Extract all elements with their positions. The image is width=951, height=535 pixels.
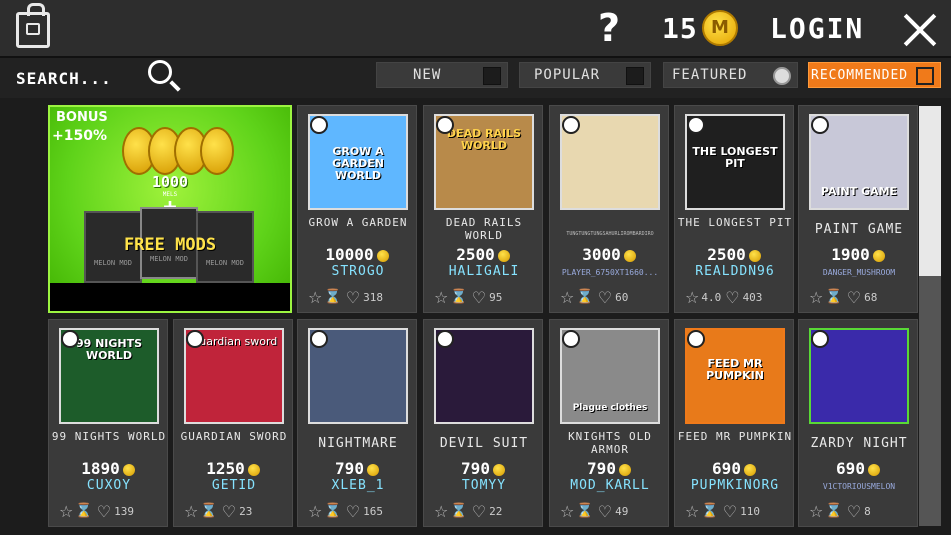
- scrollbar-track[interactable]: [919, 276, 941, 526]
- hourglass-icon: ⌛: [825, 289, 843, 305]
- coin-icon: [623, 249, 636, 262]
- help-icon[interactable]: ?: [598, 6, 620, 50]
- bonus-amount: 1000: [151, 173, 189, 191]
- mod-card[interactable]: FEED MR PUMPKIN FEED MR PUMPKIN 690 PUPM…: [674, 319, 794, 527]
- heart-icon: ♡: [471, 501, 487, 521]
- mod-type-icon: [436, 116, 454, 134]
- star-icon: ☆: [59, 501, 74, 521]
- mod-card[interactable]: DEAD RAILS WORLD DEAD RAILS WORLD 2500 H…: [423, 105, 543, 313]
- coin-icon: [122, 463, 135, 476]
- heart-icon: ♡: [846, 501, 862, 521]
- coin-icon: [872, 249, 885, 262]
- filter-new-button[interactable]: NEW: [376, 62, 508, 88]
- shopping-bag-icon[interactable]: [16, 3, 50, 48]
- coin-icon: [748, 249, 761, 262]
- checkbox-icon: [626, 67, 644, 85]
- top-bar: ? 15 M LOGIN: [0, 0, 951, 58]
- free-mods-label: FREE MODS: [123, 235, 217, 255]
- mod-type-icon: [310, 330, 328, 348]
- heart-icon: ♡: [597, 501, 613, 521]
- mod-card[interactable]: 99 NIGHTS WORLD 99 NIGHTS WORLD 1890 CUX…: [48, 319, 168, 527]
- mod-card[interactable]: GROW A GARDEN WORLD GROW A GARDEN 10000 …: [297, 105, 417, 313]
- mod-type-icon: [811, 330, 829, 348]
- melon-coin-icon: M: [702, 10, 738, 46]
- star-icon: ☆: [308, 501, 323, 521]
- hourglass-icon: ⌛: [701, 503, 719, 519]
- hourglass-icon: ⌛: [450, 503, 468, 519]
- mod-card[interactable]: DEVIL SUIT 790 TOMYY ☆ ⌛ ♡ 22: [423, 319, 543, 527]
- heart-icon: ♡: [725, 287, 740, 307]
- scrollbar-thumb[interactable]: [919, 106, 941, 276]
- mod-card[interactable]: THE LONGEST PIT THE LONGEST PIT 2500 REA…: [674, 105, 794, 313]
- search-icon[interactable]: [148, 60, 184, 96]
- coin-icon: [247, 463, 260, 476]
- mod-card[interactable]: Guardian sword GUARDIAN SWORD 1250 GETID…: [173, 319, 293, 527]
- coin-icon: [497, 249, 510, 262]
- coin-icon: [743, 463, 756, 476]
- coin-balance: 15: [662, 12, 698, 45]
- mod-card[interactable]: Plague clothes KNIGHTS OLD ARMOR 790 MOD…: [549, 319, 669, 527]
- coin-icon: [366, 463, 379, 476]
- hourglass-icon: ⌛: [324, 503, 342, 519]
- hourglass-icon: ⌛: [200, 503, 218, 519]
- search-input[interactable]: SEARCH...: [16, 69, 112, 88]
- heart-icon: ♡: [597, 287, 613, 307]
- star-icon: ☆: [685, 287, 700, 307]
- coin-icon: [492, 463, 505, 476]
- mod-card[interactable]: TUNGTUNGTUNGSAHURLIROMBARDIRO 3000 PLAYE…: [549, 105, 669, 313]
- heart-icon: ♡: [345, 501, 361, 521]
- star-icon: ☆: [560, 287, 575, 307]
- checkbox-icon: [483, 67, 501, 85]
- hourglass-icon: ⌛: [576, 503, 594, 519]
- mod-card[interactable]: ZARDY NIGHT 690 V1CTORIOUSMELON ☆ ⌛ ♡ 8: [798, 319, 918, 527]
- toggle-icon: [773, 67, 791, 85]
- mod-type-icon: [436, 330, 454, 348]
- filter-bar: SEARCH... NEW POPULAR FEATURED RECOMMEND…: [0, 58, 951, 98]
- mod-type-icon: [186, 330, 204, 348]
- bonus-badge: BONUS +150%: [52, 110, 108, 144]
- mod-type-icon: [310, 116, 328, 134]
- hourglass-icon: ⌛: [450, 289, 468, 305]
- heart-icon: ♡: [221, 501, 237, 521]
- star-icon: ☆: [685, 501, 700, 521]
- filter-recommended-button[interactable]: RECOMMENDED: [808, 62, 941, 88]
- mod-type-icon: [61, 330, 79, 348]
- filter-popular-button[interactable]: POPULAR: [519, 62, 651, 88]
- star-icon: ☆: [308, 287, 323, 307]
- star-icon: ☆: [809, 287, 824, 307]
- hourglass-icon: ⌛: [75, 503, 93, 519]
- star-icon: ☆: [434, 501, 449, 521]
- login-button[interactable]: LOGIN: [770, 12, 864, 45]
- coin-icon: [376, 249, 389, 262]
- star-icon: ☆: [184, 501, 199, 521]
- coin-icon: [200, 127, 234, 175]
- hourglass-icon: ⌛: [825, 503, 843, 519]
- heart-icon: ♡: [846, 287, 862, 307]
- hourglass-icon: ⌛: [324, 289, 342, 305]
- star-icon: ☆: [809, 501, 824, 521]
- bonus-offer-card[interactable]: BONUS +150% 1000 MELS + MELON MOD MELON …: [48, 105, 292, 313]
- star-icon: ☆: [560, 501, 575, 521]
- mod-card[interactable]: PAINT GAME PAINT GAME 1900 DANGER_MUSHRO…: [798, 105, 918, 313]
- mod-type-icon: [562, 330, 580, 348]
- heart-icon: ♡: [96, 501, 112, 521]
- hourglass-icon: ⌛: [576, 289, 594, 305]
- heart-icon: ♡: [345, 287, 361, 307]
- mod-type-icon: [811, 116, 829, 134]
- coin-icon: [618, 463, 631, 476]
- mod-type-icon: [687, 116, 705, 134]
- close-icon[interactable]: [902, 12, 938, 48]
- mod-type-icon: [687, 330, 705, 348]
- filter-featured-button[interactable]: FEATURED: [663, 62, 798, 88]
- mod-type-icon: [562, 116, 580, 134]
- checkbox-icon: [916, 67, 934, 85]
- mod-card[interactable]: NIGHTMARE 790 XLEB_1 ☆ ⌛ ♡ 165: [297, 319, 417, 527]
- heart-icon: ♡: [722, 501, 738, 521]
- coin-icon: [867, 463, 880, 476]
- star-icon: ☆: [434, 287, 449, 307]
- heart-icon: ♡: [471, 287, 487, 307]
